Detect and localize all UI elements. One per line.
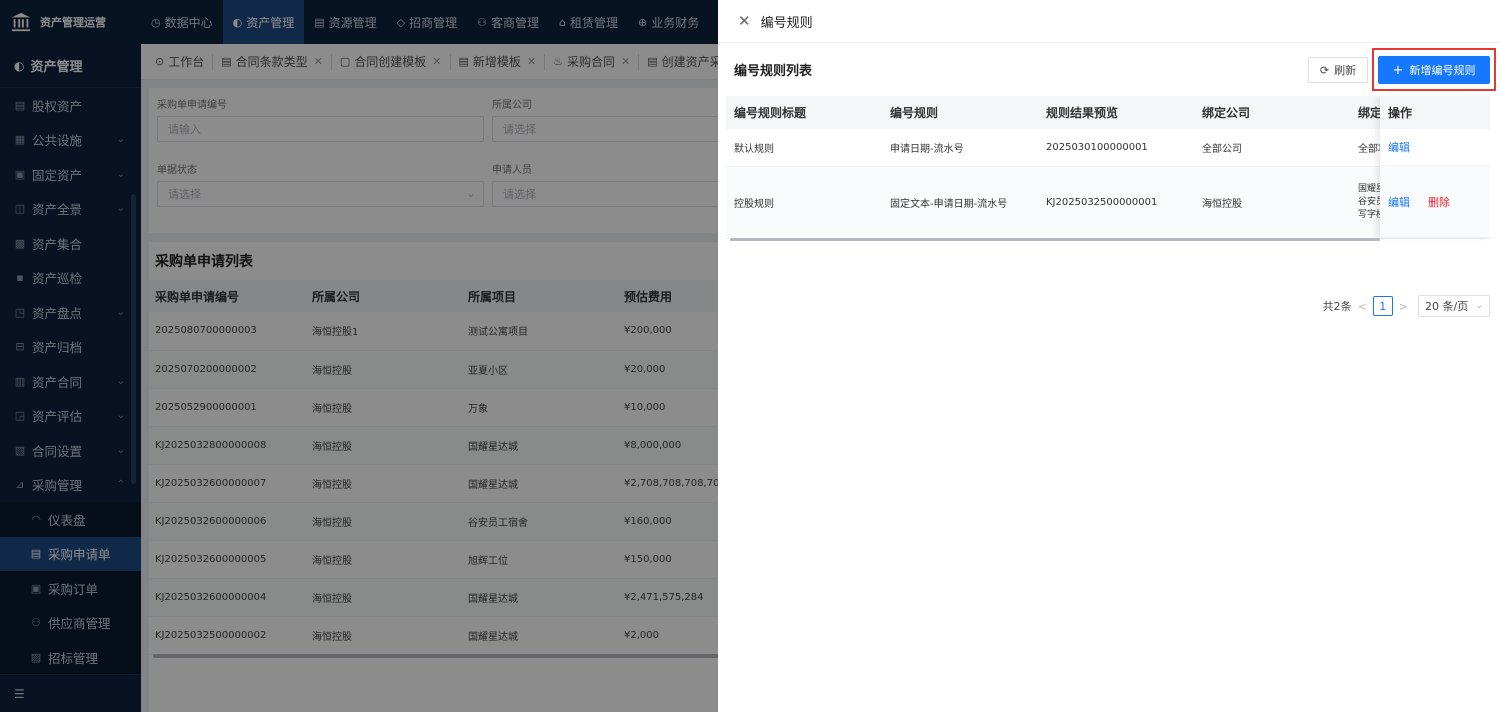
- table-header-row: 编号规则标题 编号规则 规则结果预览 绑定公司 绑定项目: [726, 96, 1490, 129]
- add-numbering-rule-button[interactable]: + 新增编号规则: [1378, 56, 1490, 84]
- fixed-operations-column: 操作 编辑 编辑 删除: [1380, 96, 1490, 238]
- delete-link[interactable]: 删除: [1428, 194, 1450, 210]
- modal-overlay[interactable]: [0, 0, 718, 712]
- column-header: 操作: [1380, 96, 1490, 129]
- plus-icon: +: [1392, 62, 1404, 78]
- rule-company: 全部公司: [1194, 129, 1350, 167]
- drawer-header: ✕ 编号规则: [718, 0, 1500, 43]
- rule-title: 控股规则: [726, 166, 882, 239]
- refresh-button[interactable]: ⟳ 刷新: [1308, 57, 1368, 83]
- page-size-label: 20 条/页: [1425, 300, 1469, 313]
- chevron-right-icon[interactable]: >: [1399, 300, 1408, 313]
- rule-company: 海恒控股: [1194, 166, 1350, 239]
- column-header[interactable]: 编号规则: [882, 96, 1038, 129]
- column-header[interactable]: 规则结果预览: [1038, 96, 1194, 129]
- edit-link[interactable]: 编辑: [1388, 139, 1410, 155]
- rules-table-wrapper: 编号规则标题 编号规则 规则结果预览 绑定公司 绑定项目 默认规则 申请日期-流…: [726, 96, 1490, 241]
- row-actions: 编辑 删除: [1380, 166, 1490, 238]
- rules-table-scrollbar[interactable]: [730, 238, 1380, 241]
- rule-title: 默认规则: [726, 129, 882, 167]
- edit-link[interactable]: 编辑: [1388, 194, 1410, 210]
- table-row[interactable]: 默认规则 申请日期-流水号 2025030100000001 全部公司 全部项目: [726, 129, 1490, 167]
- close-icon[interactable]: ✕: [738, 12, 751, 30]
- chevron-down-icon: ⌄: [1475, 301, 1483, 311]
- chevron-left-icon[interactable]: <: [1358, 300, 1367, 313]
- rule-pattern: 固定文本-申请日期-流水号: [882, 166, 1038, 239]
- table-row[interactable]: 控股规则 固定文本-申请日期-流水号 KJ2025032500000001 海恒…: [726, 166, 1490, 239]
- rules-list-title: 编号规则列表: [734, 64, 813, 79]
- refresh-label: 刷新: [1334, 64, 1357, 77]
- page-number[interactable]: 1: [1372, 296, 1393, 316]
- row-actions: 编辑: [1380, 129, 1490, 166]
- numbering-rules-drawer: ✕ 编号规则 编号规则列表 ⟳ 刷新 + 新增编号规则 编号规则标题 编号规则 规则…: [718, 0, 1500, 712]
- rules-toolbar: 编号规则列表 ⟳ 刷新 + 新增编号规则: [726, 43, 1496, 96]
- rule-preview: 2025030100000001: [1038, 129, 1194, 167]
- pagination: 共2条 < 1 > 20 条/页 ⌄: [1323, 295, 1490, 317]
- page-size-select[interactable]: 20 条/页 ⌄: [1418, 295, 1490, 317]
- add-label: 新增编号规则: [1409, 64, 1476, 77]
- drawer-title: 编号规则: [760, 15, 813, 31]
- rules-table: 编号规则标题 编号规则 规则结果预览 绑定公司 绑定项目 默认规则 申请日期-流…: [726, 96, 1490, 239]
- refresh-icon: ⟳: [1319, 63, 1330, 77]
- rule-preview: KJ2025032500000001: [1038, 166, 1194, 239]
- column-header[interactable]: 编号规则标题: [726, 96, 882, 129]
- column-header[interactable]: 绑定公司: [1194, 96, 1350, 129]
- drawer-body: 编号规则列表 ⟳ 刷新 + 新增编号规则 编号规则标题 编号规则 规则结果预览 绑定…: [718, 43, 1500, 317]
- total-count: 共2条: [1322, 300, 1352, 313]
- rule-pattern: 申请日期-流水号: [882, 129, 1038, 167]
